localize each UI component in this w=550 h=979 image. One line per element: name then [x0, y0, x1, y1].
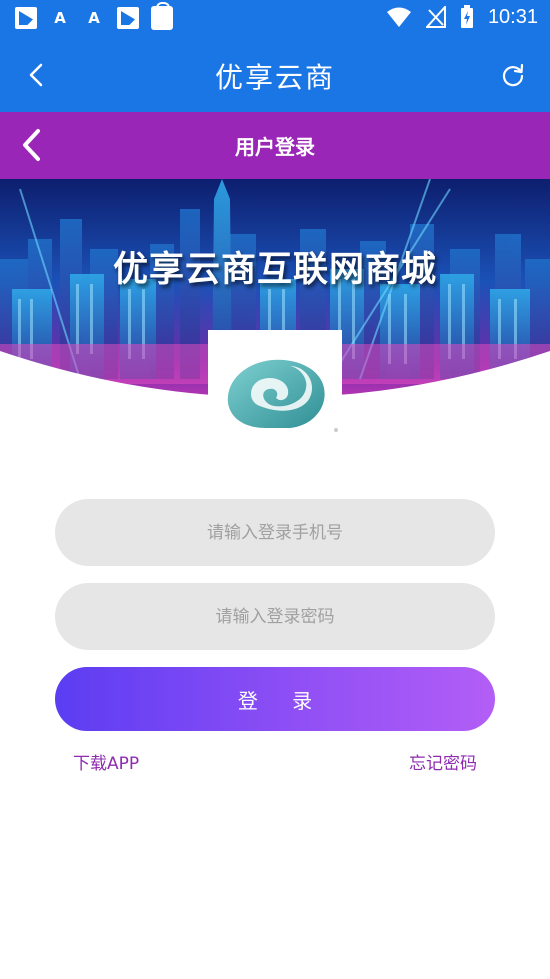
- status-bar-notifications: A A: [14, 2, 174, 30]
- logo: [208, 330, 342, 434]
- banner-title: 优享云商互联网商城: [112, 250, 437, 290]
- image-icon: [116, 6, 140, 30]
- wifi-icon: [386, 7, 411, 27]
- a-logo-icon: A: [88, 9, 100, 27]
- shopping-bag-icon: [150, 2, 174, 30]
- status-time: 10:31: [487, 5, 538, 28]
- password-input[interactable]: [55, 583, 495, 650]
- forgot-password-link[interactable]: 忘记密码: [409, 749, 477, 774]
- login-button[interactable]: 登 录: [55, 667, 495, 731]
- image-icon: [14, 6, 38, 30]
- status-bar-system: 10:31: [386, 5, 538, 29]
- battery-charging-icon: [460, 5, 473, 28]
- app-title: 优享云商: [214, 61, 335, 94]
- no-signal-icon: [425, 6, 446, 28]
- page-title: 用户登录: [235, 135, 315, 159]
- refresh-icon[interactable]: [500, 62, 526, 88]
- download-app-link[interactable]: 下载APP: [73, 749, 139, 774]
- status-bar: A A 10:31: [0, 0, 550, 38]
- phone-input[interactable]: [55, 499, 495, 566]
- page-header: 用户登录: [0, 112, 550, 179]
- a-logo-icon: A: [54, 9, 66, 27]
- app-bar: 优享云商: [0, 38, 550, 112]
- cloud-logo-icon: [227, 359, 338, 432]
